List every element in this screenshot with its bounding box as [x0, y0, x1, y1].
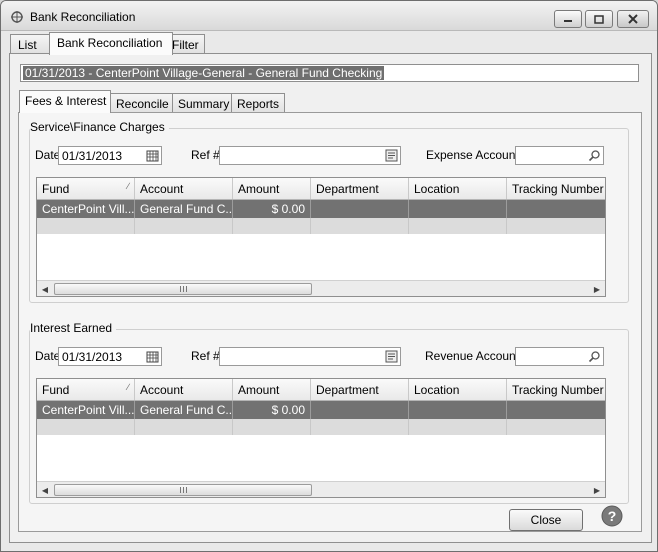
- grid-header: Fund ∕ Account Amount Department Location…: [37, 379, 605, 401]
- svg-text:?: ?: [608, 508, 617, 524]
- scroll-thumb[interactable]: [54, 484, 312, 496]
- tracking-cell[interactable]: [507, 401, 605, 419]
- window-title: Bank Reconciliation: [30, 10, 136, 24]
- revenue-account-input[interactable]: [515, 347, 604, 366]
- service-charges-title: Service\Finance Charges: [30, 120, 169, 134]
- sort-icon: ∕: [127, 181, 129, 191]
- maximize-icon: [594, 14, 604, 24]
- minimize-icon: [564, 20, 572, 22]
- interest-earned-grid[interactable]: Fund ∕ Account Amount Department Location…: [36, 378, 606, 498]
- interest-date-input[interactable]: 01/31/2013: [58, 347, 162, 366]
- tab-fees-interest[interactable]: Fees & Interest: [19, 90, 111, 113]
- sort-icon: ∕: [127, 382, 129, 392]
- scroll-left-icon[interactable]: ◀: [37, 482, 53, 497]
- scroll-right-icon[interactable]: ▶: [589, 281, 605, 296]
- column-header-amount[interactable]: Amount: [233, 178, 311, 199]
- interest-earned-group: Interest Earned Date 01/31/2013 Ref # Re…: [29, 321, 629, 504]
- grid-header: Fund ∕ Account Amount Department Location…: [37, 178, 605, 200]
- revenue-account-label: Revenue Account: [425, 349, 520, 363]
- minimize-button[interactable]: [554, 10, 582, 28]
- account-cell[interactable]: General Fund C...: [135, 200, 233, 218]
- bank-reconciliation-icon: [11, 11, 23, 23]
- account-summary-text: 01/31/2013 - CenterPoint Village-General…: [23, 66, 385, 80]
- interest-earned-title: Interest Earned: [30, 321, 117, 335]
- tab-summary[interactable]: Summary: [172, 93, 232, 113]
- horizontal-scrollbar[interactable]: ◀ ▶: [37, 481, 605, 497]
- interest-ref-input[interactable]: [219, 347, 401, 366]
- bank-reconciliation-panel: 01/31/2013 - CenterPoint Village-General…: [9, 53, 652, 543]
- close-window-button[interactable]: [617, 10, 649, 28]
- location-cell[interactable]: [409, 401, 507, 419]
- service-charges-group: Service\Finance Charges Date 01/31/2013 …: [29, 120, 629, 303]
- maximize-button[interactable]: [585, 10, 613, 28]
- tab-bank-reconciliation[interactable]: Bank Reconciliation: [49, 32, 173, 55]
- column-header-amount[interactable]: Amount: [233, 379, 311, 400]
- close-icon: [628, 14, 638, 24]
- tracking-cell[interactable]: [507, 200, 605, 218]
- location-cell[interactable]: [409, 200, 507, 218]
- search-icon[interactable]: [588, 149, 601, 162]
- column-header-account[interactable]: Account: [135, 178, 233, 199]
- expense-account-input[interactable]: [515, 146, 604, 165]
- fund-cell[interactable]: CenterPoint Vill...: [37, 200, 135, 218]
- tab-list[interactable]: List: [10, 34, 50, 54]
- service-date-value: 01/31/2013: [62, 149, 123, 163]
- table-row[interactable]: CenterPoint Vill... General Fund C... $ …: [37, 401, 605, 419]
- scroll-right-icon[interactable]: ▶: [589, 482, 605, 497]
- horizontal-scrollbar[interactable]: ◀ ▶: [37, 280, 605, 296]
- interest-date-value: 01/31/2013: [62, 350, 123, 364]
- scroll-thumb[interactable]: [54, 283, 312, 295]
- scroll-left-icon[interactable]: ◀: [37, 281, 53, 296]
- interest-ref-label: Ref #: [191, 349, 220, 363]
- account-cell[interactable]: General Fund C...: [135, 401, 233, 419]
- column-header-department[interactable]: Department: [311, 178, 409, 199]
- department-cell[interactable]: [311, 401, 409, 419]
- calendar-icon[interactable]: [146, 350, 159, 363]
- fund-cell[interactable]: CenterPoint Vill...: [37, 401, 135, 419]
- column-header-fund[interactable]: Fund ∕: [37, 379, 135, 400]
- expense-account-label: Expense Account: [426, 148, 519, 162]
- interest-date-label: Date: [35, 349, 61, 363]
- search-icon[interactable]: [588, 350, 601, 363]
- service-date-input[interactable]: 01/31/2013: [58, 146, 162, 165]
- new-row[interactable]: [37, 419, 605, 435]
- column-header-tracking-number[interactable]: Tracking Number: [507, 178, 605, 199]
- lookup-list-icon[interactable]: [385, 350, 398, 363]
- help-icon[interactable]: ?: [601, 505, 623, 527]
- column-header-location[interactable]: Location: [409, 178, 507, 199]
- service-date-label: Date: [35, 148, 61, 162]
- close-button[interactable]: Close: [509, 509, 583, 531]
- column-header-fund[interactable]: Fund ∕: [37, 178, 135, 199]
- service-ref-input[interactable]: [219, 146, 401, 165]
- amount-cell[interactable]: $ 0.00: [233, 401, 311, 419]
- column-header-account[interactable]: Account: [135, 379, 233, 400]
- department-cell[interactable]: [311, 200, 409, 218]
- service-charges-grid[interactable]: Fund ∕ Account Amount Department Location…: [36, 177, 606, 297]
- service-ref-label: Ref #: [191, 148, 220, 162]
- account-summary-field: 01/31/2013 - CenterPoint Village-General…: [20, 64, 639, 82]
- table-row[interactable]: CenterPoint Vill... General Fund C... $ …: [37, 200, 605, 218]
- new-row[interactable]: [37, 218, 605, 234]
- tab-reports[interactable]: Reports: [231, 93, 285, 113]
- tab-reconcile[interactable]: Reconcile: [110, 93, 173, 113]
- column-header-tracking-number[interactable]: Tracking Number: [507, 379, 605, 400]
- column-header-location[interactable]: Location: [409, 379, 507, 400]
- title-bar[interactable]: Bank Reconciliation: [1, 1, 657, 31]
- fees-interest-panel: Service\Finance Charges Date 01/31/2013 …: [18, 112, 642, 532]
- bank-reconciliation-window: Bank Reconciliation List Bank Reconcilia…: [0, 0, 658, 552]
- column-header-department[interactable]: Department: [311, 379, 409, 400]
- amount-cell[interactable]: $ 0.00: [233, 200, 311, 218]
- calendar-icon[interactable]: [146, 149, 159, 162]
- lookup-list-icon[interactable]: [385, 149, 398, 162]
